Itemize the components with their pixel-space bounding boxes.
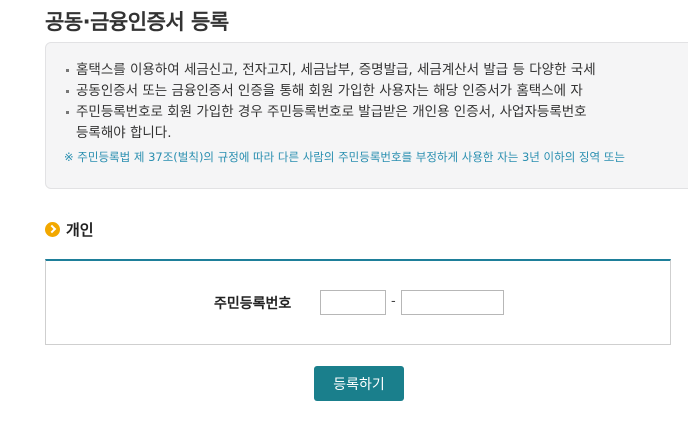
notice-box: 홈택스를 이용하여 세금신고, 전자고지, 세금납부, 증명발급, 세금계산서 … xyxy=(45,42,688,189)
rrn-back-input[interactable] xyxy=(401,290,504,315)
register-button[interactable]: 등록하기 xyxy=(314,366,404,401)
rrn-front-input[interactable] xyxy=(320,290,386,315)
notice-item: 공동인증서 또는 금융인증서 인증을 통해 회원 가입한 사용자는 해당 인증서… xyxy=(64,81,596,102)
legal-warning: ※ 주민등록법 제 37조(벌칙)의 규정에 따라 다른 사람의 주민등록번호를… xyxy=(64,150,625,164)
page: 공동·금융인증서 등록 홈택스를 이용하여 세금신고, 전자고지, 세금납부, … xyxy=(0,0,688,445)
notice-item: 홈택스를 이용하여 세금신고, 전자고지, 세금납부, 증명발급, 세금계산서 … xyxy=(64,60,596,81)
rrn-separator: - xyxy=(391,294,396,309)
chevron-circle-icon xyxy=(45,222,60,237)
notice-list: 홈택스를 이용하여 세금신고, 전자고지, 세금납부, 증명발급, 세금계산서 … xyxy=(64,60,596,144)
section-title: 개인 xyxy=(66,221,94,239)
registration-form: 주민등록번호 - xyxy=(45,259,671,345)
notice-text-continued: 등록해야 합니다. xyxy=(76,125,172,141)
notice-text: 공동인증서 또는 금융인증서 인증을 통해 회원 가입한 사용자는 해당 인증서… xyxy=(76,83,583,99)
notice-text: 주민등록번호로 회원 가입한 경우 주민등록번호로 발급받은 개인용 인증서, … xyxy=(76,104,587,120)
section-header: 개인 xyxy=(45,219,94,240)
notice-item: 주민등록번호로 회원 가입한 경우 주민등록번호로 발급받은 개인용 인증서, … xyxy=(64,102,596,144)
notice-text: 홈택스를 이용하여 세금신고, 전자고지, 세금납부, 증명발급, 세금계산서 … xyxy=(76,62,596,78)
rrn-label: 주민등록번호 xyxy=(214,296,292,312)
page-title: 공동·금융인증서 등록 xyxy=(45,10,229,34)
